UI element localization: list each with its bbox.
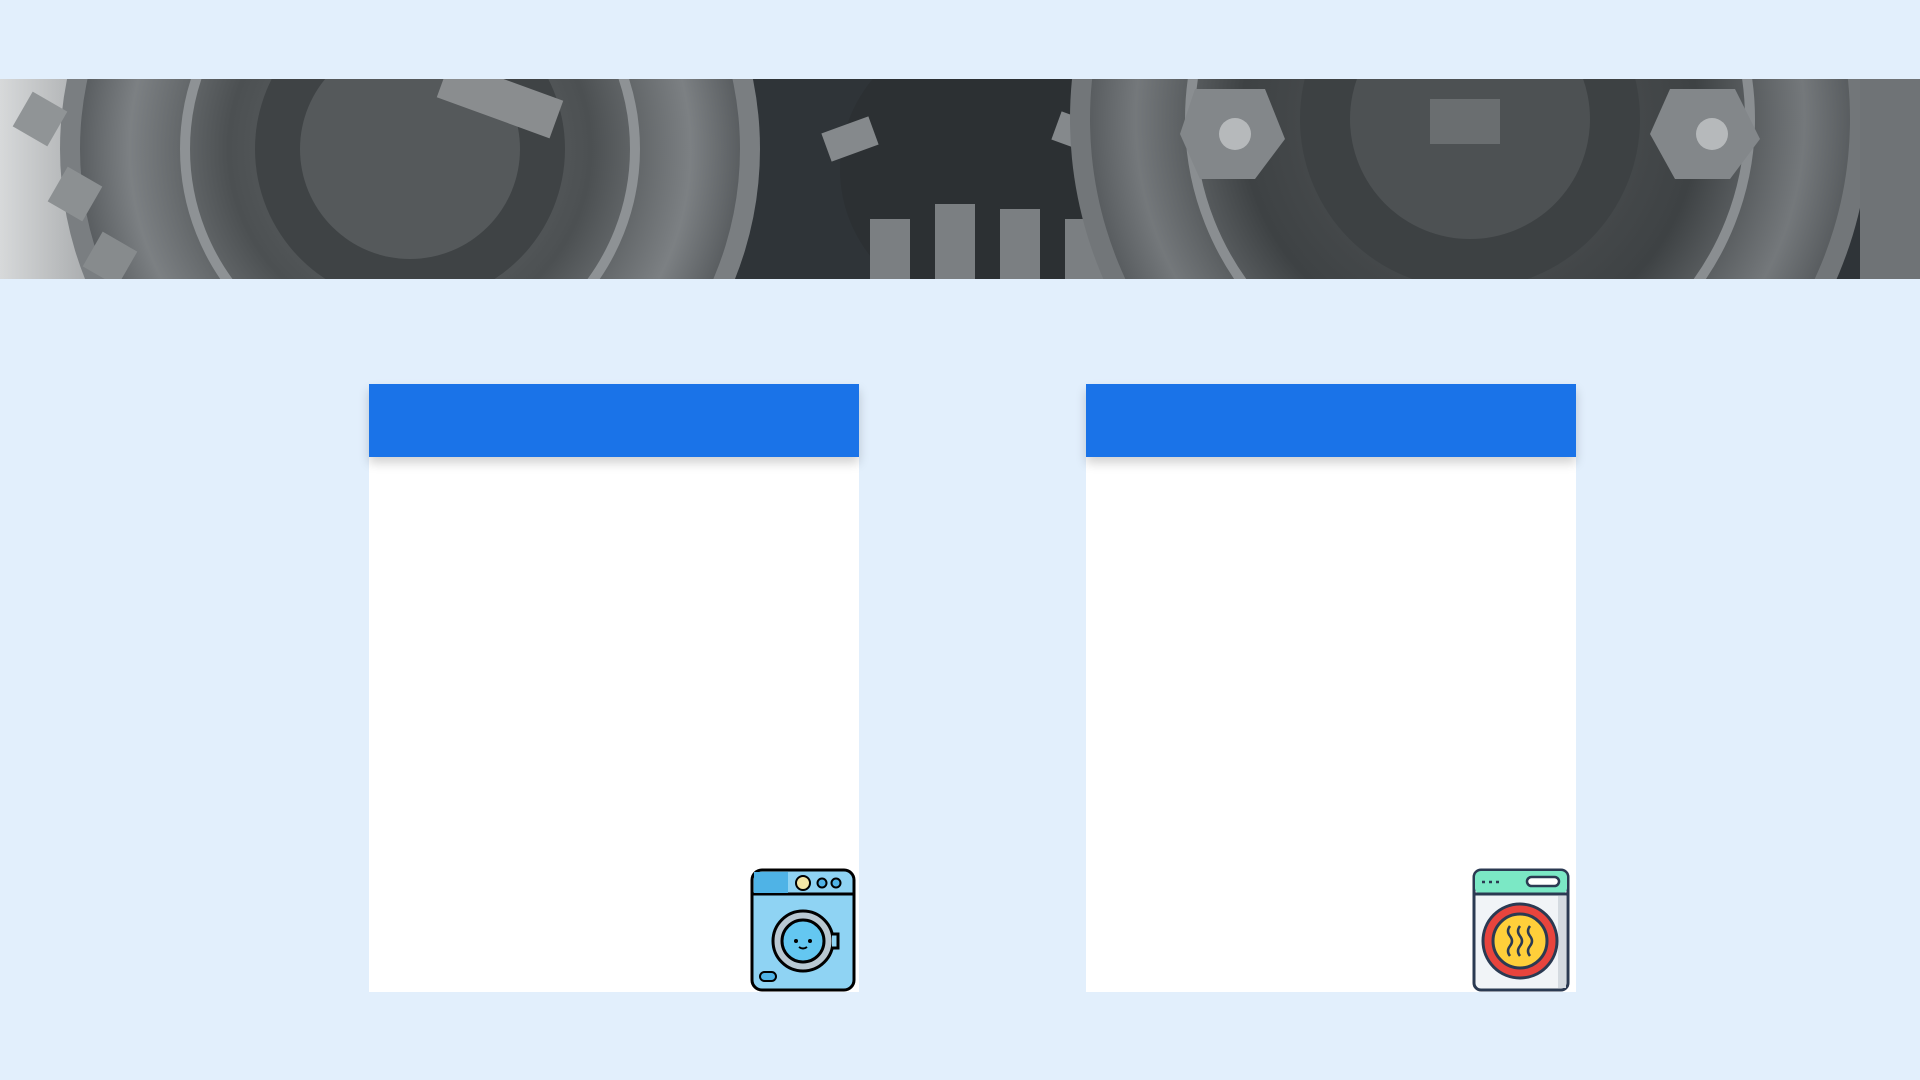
card-header bbox=[1086, 384, 1576, 457]
gears-photo-graphic bbox=[0, 79, 1920, 279]
card-header bbox=[369, 384, 859, 457]
card-drying bbox=[1086, 384, 1576, 992]
slide bbox=[0, 0, 1920, 1080]
washing-machine-icon bbox=[750, 868, 856, 992]
card-washing bbox=[369, 384, 859, 992]
dryer-icon bbox=[1472, 868, 1572, 992]
gears-banner-image bbox=[0, 79, 1920, 279]
